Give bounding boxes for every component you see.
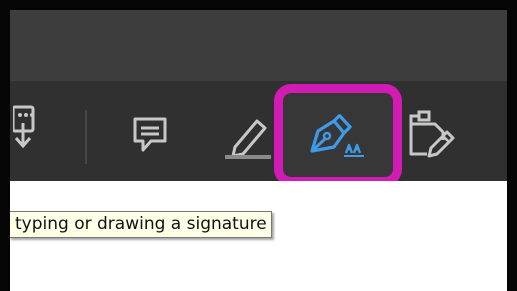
title-bar [10, 10, 507, 81]
comment-tool-button[interactable] [128, 110, 172, 160]
tooltip: typing or drawing a signature [10, 211, 272, 238]
highlight-pen-icon [221, 115, 277, 161]
highlight-tool-button[interactable] [220, 114, 278, 162]
signature-pen-icon [306, 111, 370, 159]
export-tool-button[interactable] [10, 100, 50, 156]
comment-icon [131, 115, 169, 155]
toolbar-separator [85, 110, 87, 164]
sign-tool-highlight-box [283, 93, 393, 177]
form-edit-icon [407, 110, 457, 162]
export-pdf-icon [13, 101, 47, 155]
app-window: typing or drawing a signature [0, 0, 517, 291]
fill-and-sign-tool-button[interactable] [274, 84, 402, 186]
prepare-form-tool-button[interactable] [406, 108, 458, 164]
